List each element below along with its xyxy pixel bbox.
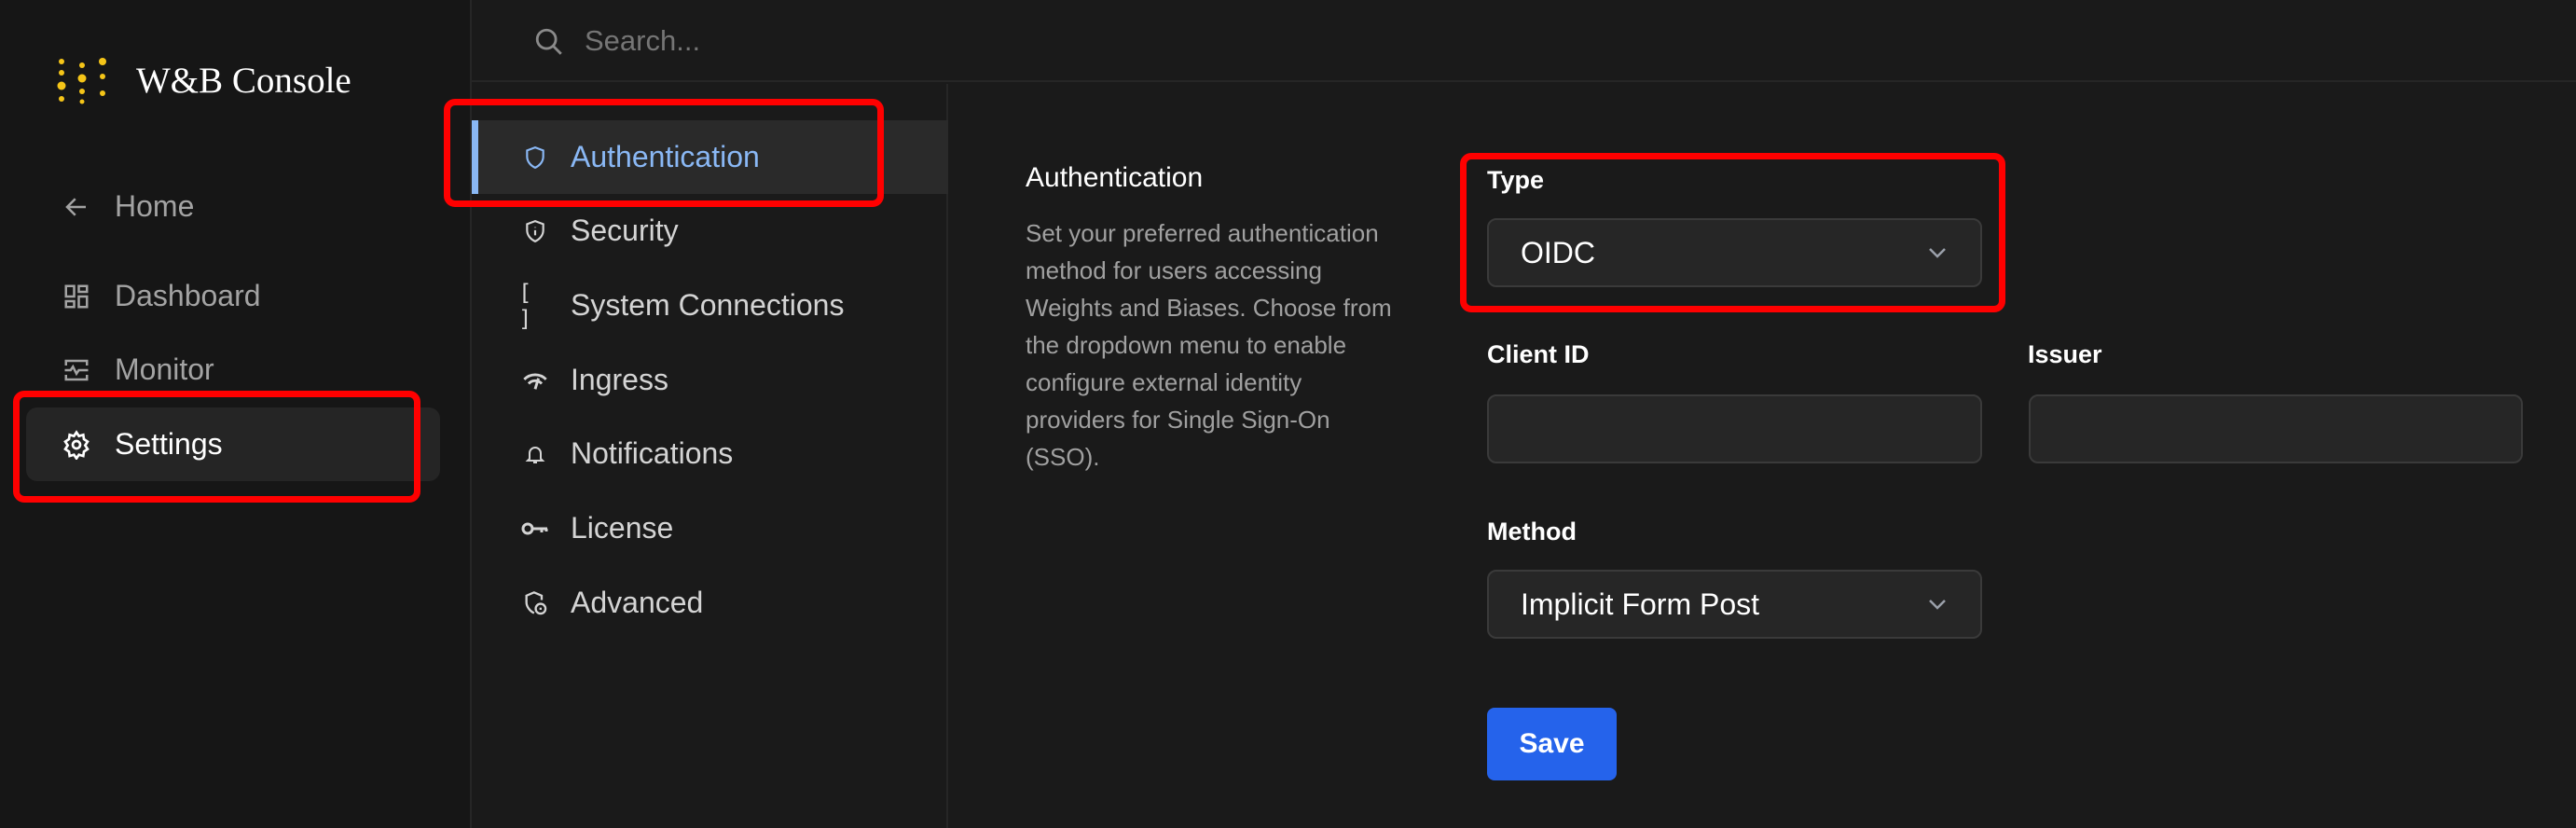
method-value: Implicit Form Post bbox=[1521, 586, 1760, 621]
brackets-icon: [ ] bbox=[518, 279, 532, 332]
highlight-box bbox=[13, 391, 420, 503]
wandb-logo-icon bbox=[57, 58, 106, 104]
tab-label: License bbox=[571, 511, 674, 545]
client-id-input[interactable] bbox=[1487, 394, 1982, 463]
shield-lock-icon bbox=[518, 590, 552, 616]
ingress-icon bbox=[518, 369, 552, 392]
tab-ingress[interactable]: Ingress bbox=[472, 343, 948, 417]
tab-label: Security bbox=[571, 214, 679, 247]
sidebar-item-label: Home bbox=[115, 189, 195, 223]
tab-label: Advanced bbox=[571, 586, 704, 619]
tab-system-connections[interactable]: [ ] System Connections bbox=[472, 269, 948, 342]
chevron-down-icon bbox=[1929, 600, 1946, 610]
sidebar-item-label: Monitor bbox=[115, 352, 214, 386]
sidebar-item-label: Dashboard bbox=[115, 279, 261, 312]
issuer-label: Issuer bbox=[2028, 340, 2102, 368]
issuer-input[interactable] bbox=[2029, 394, 2523, 463]
search-input[interactable] bbox=[585, 24, 1424, 58]
method-select[interactable]: Implicit Form Post bbox=[1487, 570, 1982, 639]
client-id-label: Client ID bbox=[1487, 340, 1590, 368]
shield-info-icon bbox=[518, 218, 552, 244]
dashboard-icon bbox=[58, 283, 95, 310]
save-button[interactable]: Save bbox=[1487, 708, 1617, 780]
monitor-icon bbox=[58, 356, 95, 384]
highlight-box bbox=[1460, 153, 2005, 312]
sidebar-item-dashboard[interactable]: Dashboard bbox=[26, 259, 440, 333]
section-heading: Authentication bbox=[1026, 162, 1204, 193]
search-icon bbox=[535, 28, 562, 55]
tab-label: System Connections bbox=[571, 288, 845, 322]
app-title: W&B Console bbox=[136, 61, 351, 101]
tab-label: Ingress bbox=[571, 363, 668, 396]
bell-icon bbox=[518, 442, 552, 466]
method-label: Method bbox=[1487, 518, 1577, 545]
key-icon bbox=[518, 519, 552, 538]
section-description: Set your preferred authentication method… bbox=[1026, 219, 1392, 471]
highlight-box bbox=[444, 99, 884, 207]
sidebar-item-home[interactable]: Home bbox=[26, 170, 440, 243]
tab-advanced[interactable]: Advanced bbox=[472, 566, 948, 640]
tab-notifications[interactable]: Notifications bbox=[472, 417, 948, 490]
tab-license[interactable]: License bbox=[472, 491, 948, 565]
arrow-left-icon bbox=[58, 193, 95, 221]
tab-label: Notifications bbox=[571, 436, 734, 470]
